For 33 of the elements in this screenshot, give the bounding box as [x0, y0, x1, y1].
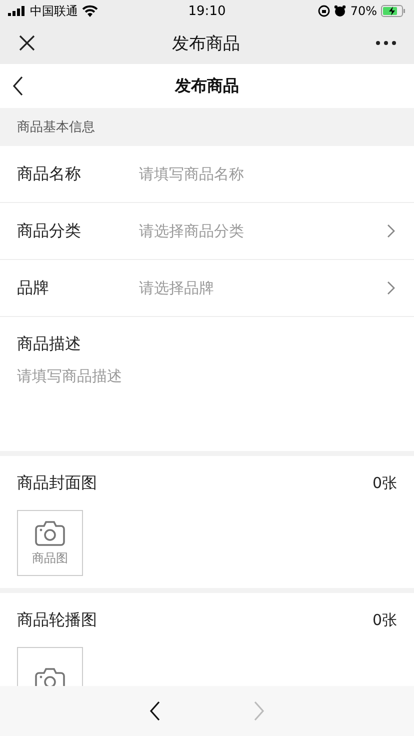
field-label: 商品名称	[17, 164, 82, 184]
nav-title: 发布商品	[172, 32, 240, 54]
battery-percent: 70%	[350, 4, 377, 18]
chevron-right-icon	[387, 281, 395, 295]
wifi-icon	[82, 5, 98, 17]
battery-charging-icon	[381, 5, 406, 17]
chevron-right-icon	[387, 224, 395, 238]
chevron-right-icon	[253, 701, 265, 721]
rotation-lock-icon	[318, 5, 330, 17]
field-label: 品牌	[17, 278, 50, 298]
section-title: 商品基本信息	[17, 119, 95, 136]
field-label: 商品分类	[17, 220, 82, 242]
more-icon	[376, 41, 396, 45]
page-title: 发布商品	[175, 76, 239, 96]
signal-icon	[8, 6, 26, 16]
field-label: 商品封面图	[17, 473, 97, 494]
camera-icon	[35, 667, 65, 686]
input-field[interactable]: 请填写商品名称	[139, 165, 397, 183]
clock-time: 19:10	[188, 4, 226, 18]
chevron-left-icon	[149, 701, 161, 721]
close-icon	[18, 34, 36, 52]
select-field[interactable]: 请选择商品分类	[139, 222, 397, 240]
field-label: 商品描述	[17, 334, 82, 355]
description-field[interactable]: 请填写商品描述	[17, 367, 397, 437]
image-count: 0张	[372, 474, 397, 493]
image-upload-tile[interactable]: 商品图	[17, 510, 83, 576]
chevron-left-icon	[12, 76, 24, 96]
field-label: 商品轮播图	[17, 610, 97, 631]
select-field[interactable]: 请选择品牌	[139, 278, 397, 298]
camera-icon	[35, 520, 65, 546]
image-count: 0张	[372, 611, 397, 630]
carrier-name: 中国联通	[30, 2, 78, 20]
alarm-icon	[334, 5, 346, 17]
